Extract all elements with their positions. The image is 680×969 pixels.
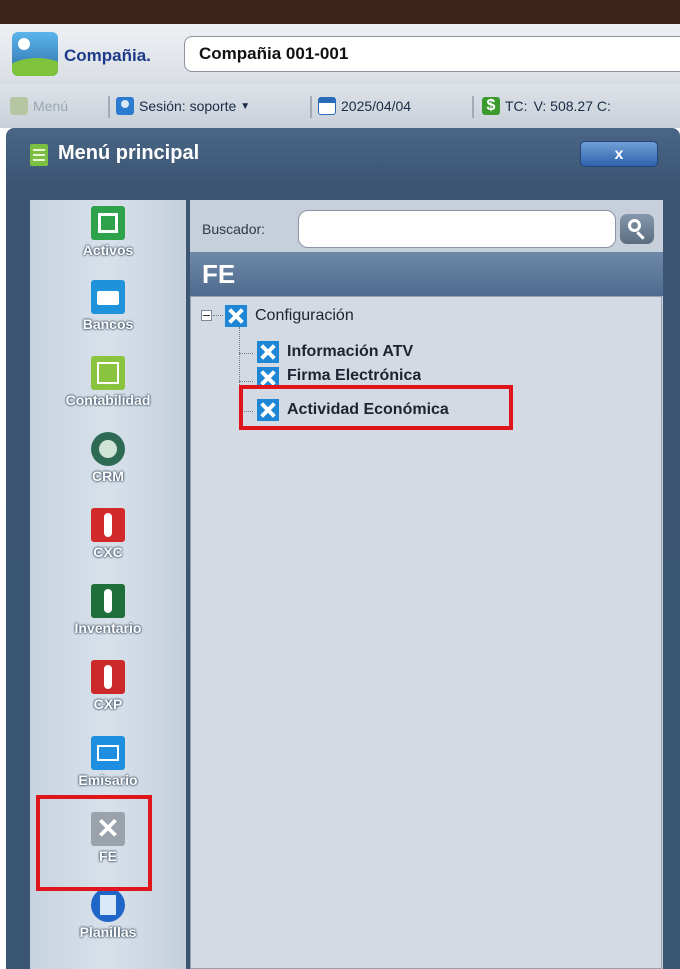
divider xyxy=(472,96,474,118)
person-collect-icon xyxy=(91,508,125,542)
company-label: Compañia. xyxy=(64,46,151,65)
session-dropdown[interactable]: Sesión: soporte ▼ xyxy=(116,84,250,128)
dollar-icon: $ xyxy=(482,97,500,115)
menu-label: Menú xyxy=(33,98,69,114)
menu-toggle[interactable]: Menú xyxy=(10,84,68,128)
tc-label: TC: xyxy=(505,98,528,114)
sidebar-item-label: Emisario xyxy=(78,772,138,788)
user-icon xyxy=(116,97,134,115)
session-label: Sesión: soporte xyxy=(139,98,237,114)
highlight-box-actividad-economica xyxy=(239,385,513,430)
exchange-rate: $ TC: V: 508.27 C: xyxy=(482,84,611,128)
search-button[interactable] xyxy=(620,214,654,244)
company-bar: Compañia. Compañia 001-001 xyxy=(0,24,680,84)
close-button[interactable]: x xyxy=(580,141,658,167)
menu-window-title: Menú principal xyxy=(58,142,200,164)
cash-register-icon xyxy=(91,206,125,240)
sidebar-item-bancos[interactable]: Bancos xyxy=(30,280,186,332)
date-display[interactable]: 2025/04/04 xyxy=(318,84,411,128)
tc-value: V: 508.27 C: xyxy=(533,98,611,114)
date-value: 2025/04/04 xyxy=(341,98,412,114)
highlight-box-fe xyxy=(36,795,152,891)
collapse-toggle-icon[interactable] xyxy=(201,310,212,321)
status-bar: Menú Sesión: soporte ▼ 2025/04/04 $ TC: … xyxy=(0,84,680,128)
tree-node-firma-electronica[interactable]: Firma Electrónica xyxy=(257,367,421,387)
module-content: Buscador: FE Configuración Información A… xyxy=(190,200,663,969)
sidebar-item-activos[interactable]: Activos xyxy=(30,206,186,258)
tools-icon xyxy=(225,305,247,327)
tree-node-informacion-atv[interactable]: Información ATV xyxy=(257,339,413,365)
company-select[interactable]: Compañia 001-001 xyxy=(184,36,680,72)
sidebar-item-planillas[interactable]: Planillas xyxy=(30,888,186,940)
sidebar-item-inventario[interactable]: Inventario xyxy=(30,584,186,636)
globe-icon xyxy=(91,432,125,466)
sidebar-item-label: CXP xyxy=(93,696,123,712)
menu-icon xyxy=(10,97,28,115)
menu-book-icon xyxy=(30,144,48,166)
search-label: Buscador: xyxy=(202,221,266,237)
divider xyxy=(310,96,312,118)
sidebar-item-label: Activos xyxy=(82,242,134,258)
sidebar-item-label: Contabilidad xyxy=(65,392,151,408)
sidebar-item-label: Bancos xyxy=(82,316,134,332)
sidebar-item-label: Inventario xyxy=(74,620,142,636)
calendar-icon xyxy=(318,97,336,115)
chart-icon xyxy=(91,356,125,390)
briefcase-icon xyxy=(91,280,125,314)
section-title: FE xyxy=(190,252,663,296)
tools-icon xyxy=(257,341,279,363)
person-box-icon xyxy=(91,584,125,618)
chevron-down-icon: ▼ xyxy=(240,100,251,112)
sidebar-item-cxp[interactable]: CXP xyxy=(30,660,186,712)
sidebar-item-emisario[interactable]: Emisario xyxy=(30,736,186,788)
tree-node-label: Configuración xyxy=(255,307,354,324)
tools-icon xyxy=(257,367,279,387)
divider xyxy=(108,96,110,118)
sidebar-item-label: CRM xyxy=(92,468,124,484)
sidebar-item-label: Planillas xyxy=(79,924,137,940)
sidebar-item-label: CXC xyxy=(93,544,123,560)
tree-node-label: Información ATV xyxy=(287,343,414,360)
tree-node-configuracion[interactable]: Configuración xyxy=(225,303,354,329)
sidebar-item-contabilidad[interactable]: Contabilidad xyxy=(30,356,186,408)
search-input[interactable] xyxy=(298,210,616,248)
envelope-icon xyxy=(91,736,125,770)
app-logo-icon xyxy=(12,32,58,76)
person-pay-icon xyxy=(91,660,125,694)
sidebar-item-cxc[interactable]: CXC xyxy=(30,508,186,560)
sidebar-item-crm[interactable]: CRM xyxy=(30,432,186,484)
window-top-strip xyxy=(0,0,680,24)
tree-node-label: Firma Electrónica xyxy=(287,367,422,384)
document-icon xyxy=(91,888,125,922)
